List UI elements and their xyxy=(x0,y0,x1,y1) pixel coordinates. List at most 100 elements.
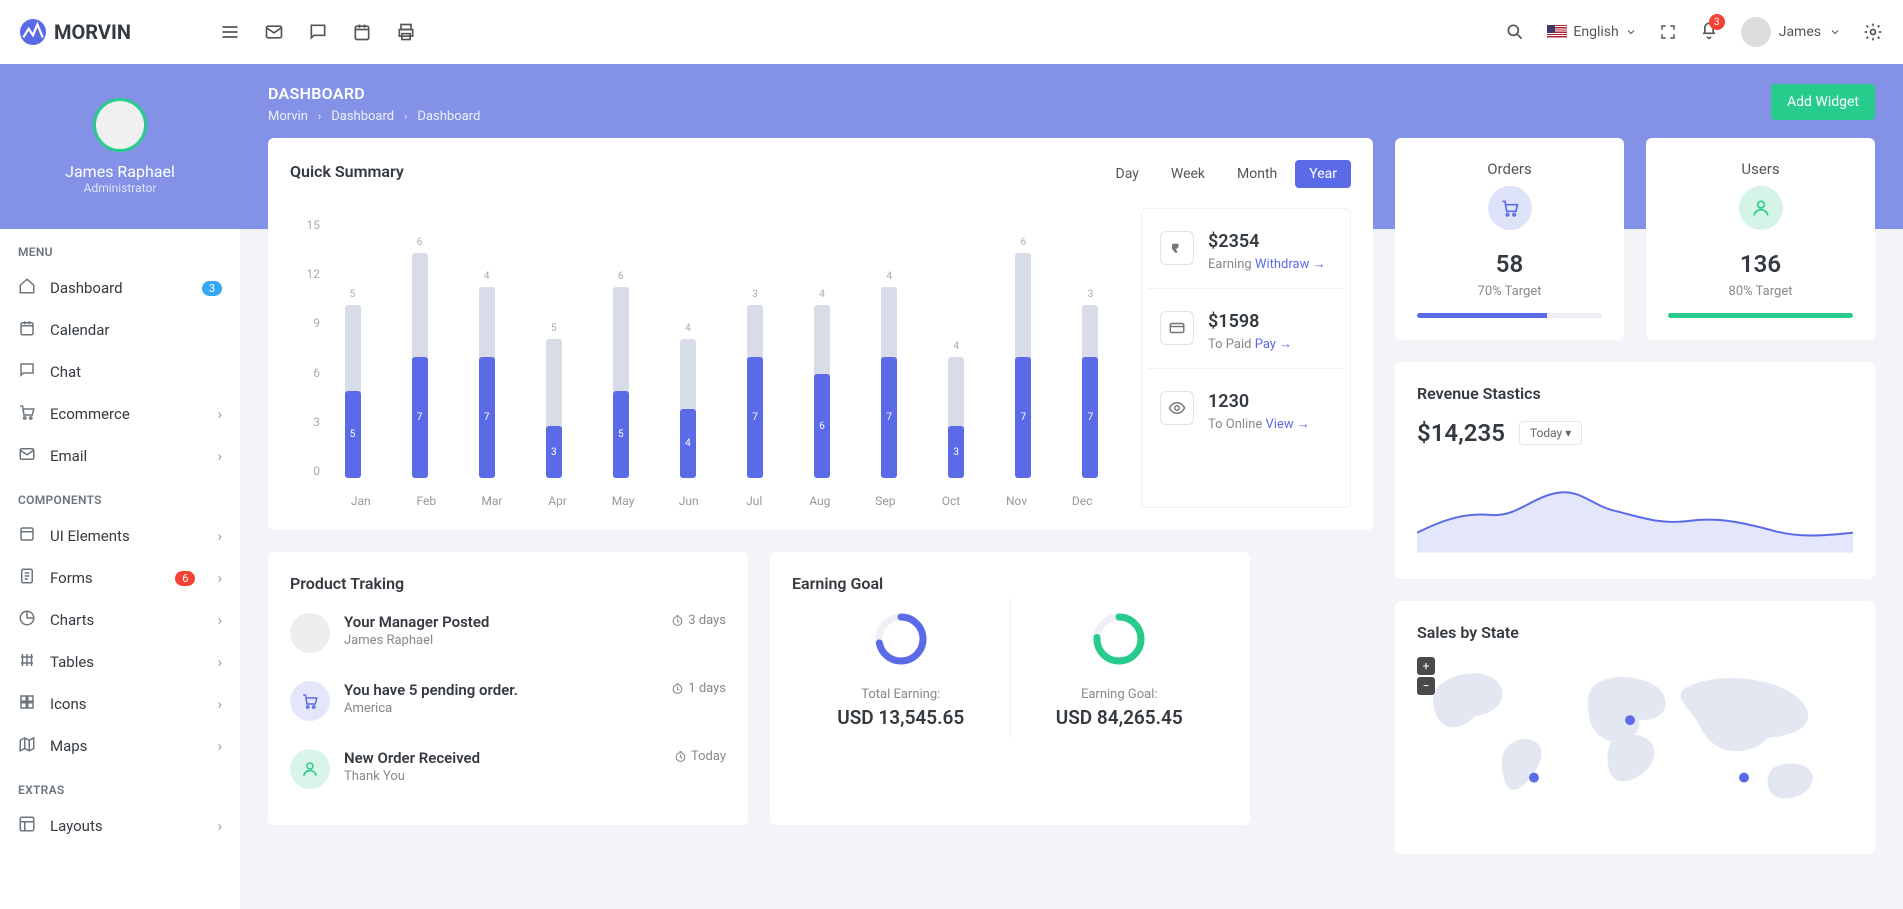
tracking-item[interactable]: Your Manager PostedJames Raphael3 days xyxy=(290,599,726,667)
bar-group: 53 xyxy=(529,218,578,478)
sidebar-profile: James Raphael Administrator xyxy=(0,64,240,229)
stat-link[interactable]: Pay → xyxy=(1255,337,1292,352)
stat-link[interactable]: Withdraw → xyxy=(1255,257,1326,272)
x-tick: Sep xyxy=(853,494,919,508)
flag-icon xyxy=(1547,25,1567,39)
y-tick: 6 xyxy=(290,366,320,380)
page-title: DASHBOARD xyxy=(268,84,480,103)
language-selector[interactable]: English xyxy=(1547,24,1636,40)
goal-column: Total Earning:USD 13,545.65 xyxy=(792,599,1011,739)
sales-by-state-title: Sales by State xyxy=(1417,623,1853,642)
sidebar-item-chat[interactable]: Chat xyxy=(0,351,240,393)
ecommerce-icon xyxy=(18,403,36,425)
sidebar-item-label: UI Elements xyxy=(50,527,130,545)
bar-label: 3 xyxy=(1088,289,1094,300)
tracking-item[interactable]: You have 5 pending order.America1 days xyxy=(290,667,726,735)
earning-goal-card: Earning Goal Total Earning:USD 13,545.65… xyxy=(770,552,1250,825)
chevron-right-icon: › xyxy=(318,110,321,123)
map-zoom-in[interactable]: + xyxy=(1417,657,1435,675)
sidebar-item-calendar[interactable]: Calendar xyxy=(0,309,240,351)
map-zoom-out[interactable]: − xyxy=(1417,677,1435,695)
bar-blue: 3 xyxy=(546,426,562,478)
mail-icon[interactable] xyxy=(264,22,284,42)
segment-week[interactable]: Week xyxy=(1157,160,1219,188)
bar-label: 6 xyxy=(618,271,624,282)
segment-year[interactable]: Year xyxy=(1295,160,1351,188)
segment-day[interactable]: Day xyxy=(1102,160,1153,188)
sidebar-item-layouts[interactable]: Layouts› xyxy=(0,805,240,847)
sidebar-item-dashboard[interactable]: Dashboard3 xyxy=(0,267,240,309)
search-icon[interactable] xyxy=(1505,22,1525,42)
sidebar-item-tables[interactable]: Tables› xyxy=(0,641,240,683)
gear-icon[interactable] xyxy=(1863,22,1883,42)
topbar-right: English 3 James xyxy=(1505,17,1883,47)
goal-label: Total Earning: xyxy=(792,687,1010,702)
bar-blue: 6 xyxy=(814,374,830,478)
chat-icon[interactable] xyxy=(308,22,328,42)
fullscreen-icon[interactable] xyxy=(1659,23,1677,41)
summary-stat: ₹$2354Earning Withdraw → xyxy=(1148,215,1344,289)
x-tick: Jul xyxy=(721,494,787,508)
topbar: MORVIN English 3 James xyxy=(0,0,1903,64)
bar-label: 4 xyxy=(886,271,892,282)
sidebar-item-ui-elements[interactable]: UI Elements › xyxy=(0,515,240,557)
goal-label: Earning Goal: xyxy=(1011,687,1229,702)
product-tracking-card: Product Traking Your Manager PostedJames… xyxy=(268,552,748,825)
sidebar-item-ecommerce[interactable]: Ecommerce› xyxy=(0,393,240,435)
product-tracking-title: Product Traking xyxy=(290,574,726,593)
revenue-card: Revenue Stastics $14,235 Today ▾ xyxy=(1395,362,1875,579)
sidebar-item-label: Icons xyxy=(50,695,87,713)
x-tick: Oct xyxy=(918,494,984,508)
menu-icon[interactable] xyxy=(220,22,240,42)
goal-value: USD 84,265.45 xyxy=(1011,706,1229,729)
bar-group: 55 xyxy=(328,218,377,478)
mini-sub: 80% Target xyxy=(1668,284,1853,299)
add-widget-button[interactable]: Add Widget xyxy=(1771,84,1875,120)
nav-section-components: COMPONENTS xyxy=(0,477,240,515)
mini-value: 136 xyxy=(1668,250,1853,278)
stat-sub: To Online View → xyxy=(1208,416,1310,432)
stat-link[interactable]: View → xyxy=(1266,417,1310,432)
mini-card-users: Users13680% Target xyxy=(1646,138,1875,340)
crumb-current: Dashboard xyxy=(417,109,480,124)
print-icon[interactable] xyxy=(396,22,416,42)
crumb-home[interactable]: Morvin xyxy=(268,109,308,124)
crumb-section[interactable]: Dashboard xyxy=(331,109,394,124)
avatar-icon xyxy=(1741,17,1771,47)
stat-sub: Earning Withdraw → xyxy=(1208,256,1326,272)
sidebar-item-charts[interactable]: Charts› xyxy=(0,599,240,641)
revenue-range-selector[interactable]: Today ▾ xyxy=(1519,421,1582,445)
sidebar-item-email[interactable]: Email› xyxy=(0,435,240,477)
tracking-sub: America xyxy=(344,701,518,716)
earning-goal-title: Earning Goal xyxy=(792,574,1228,593)
mini-sub: 70% Target xyxy=(1417,284,1602,299)
mini-progress xyxy=(1417,313,1602,318)
bar-group: 37 xyxy=(1066,218,1115,478)
user-name: James xyxy=(1779,24,1821,40)
stat-sub: To Paid Pay → xyxy=(1208,336,1292,352)
world-map[interactable] xyxy=(1417,648,1853,828)
tracking-item[interactable]: New Order ReceivedThank YouToday xyxy=(290,735,726,803)
quick-summary-title: Quick Summary xyxy=(290,162,404,181)
y-tick: 12 xyxy=(290,267,320,281)
x-tick: Aug xyxy=(787,494,853,508)
sidebar-item-forms[interactable]: Forms6› xyxy=(0,557,240,599)
bar-label: 3 xyxy=(752,289,758,300)
chevron-right-icon: › xyxy=(217,527,222,545)
user-menu[interactable]: James xyxy=(1741,17,1841,47)
segment-month[interactable]: Month xyxy=(1223,160,1291,188)
nav-section-menu: MENU xyxy=(0,229,240,267)
revenue-title: Revenue Stastics xyxy=(1417,384,1853,403)
sidebar-item-icons[interactable]: Icons› xyxy=(0,683,240,725)
sidebar-item-maps[interactable]: Maps› xyxy=(0,725,240,767)
notifications-button[interactable]: 3 xyxy=(1699,20,1719,44)
logo[interactable]: MORVIN xyxy=(20,19,220,45)
donut-chart xyxy=(1089,609,1149,669)
calendar-icon[interactable] xyxy=(352,22,372,42)
notification-badge: 3 xyxy=(1709,14,1725,30)
chevron-down-icon: ▾ xyxy=(1565,426,1571,440)
goal-column: Earning Goal: USD 84,265.45 xyxy=(1011,599,1229,739)
tracking-time: Today xyxy=(674,749,726,764)
bar-label: 4 xyxy=(819,289,825,300)
bar-group: 47 xyxy=(462,218,511,478)
